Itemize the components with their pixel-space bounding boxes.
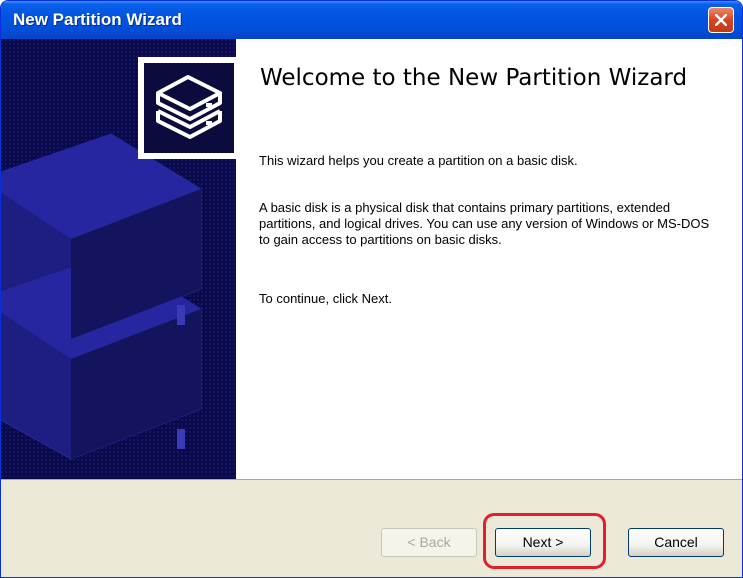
stacked-disks-icon [156,75,222,139]
intro-text: This wizard helps you create a partition… [259,153,578,168]
wizard-side-panel [1,39,236,479]
window-title: New Partition Wizard [13,10,182,29]
close-button[interactable] [708,7,734,33]
wizard-window: New Partition Wizard Welcome to the New … [0,0,743,578]
button-bar: < Back Next > Cancel [1,479,742,577]
wizard-content: Welcome to the New Partition Wizard This… [236,39,742,479]
back-button[interactable]: < Back [381,528,477,557]
cancel-button[interactable]: Cancel [628,528,724,557]
description-text: A basic disk is a physical disk that con… [259,200,710,247]
next-button[interactable]: Next > [495,528,591,557]
wizard-heading: Welcome to the New Partition Wizard [260,65,688,91]
wizard-logo [138,57,236,159]
close-icon [715,14,727,26]
instruction-text: To continue, click Next. [259,291,392,306]
title-bar[interactable]: New Partition Wizard [1,1,742,39]
